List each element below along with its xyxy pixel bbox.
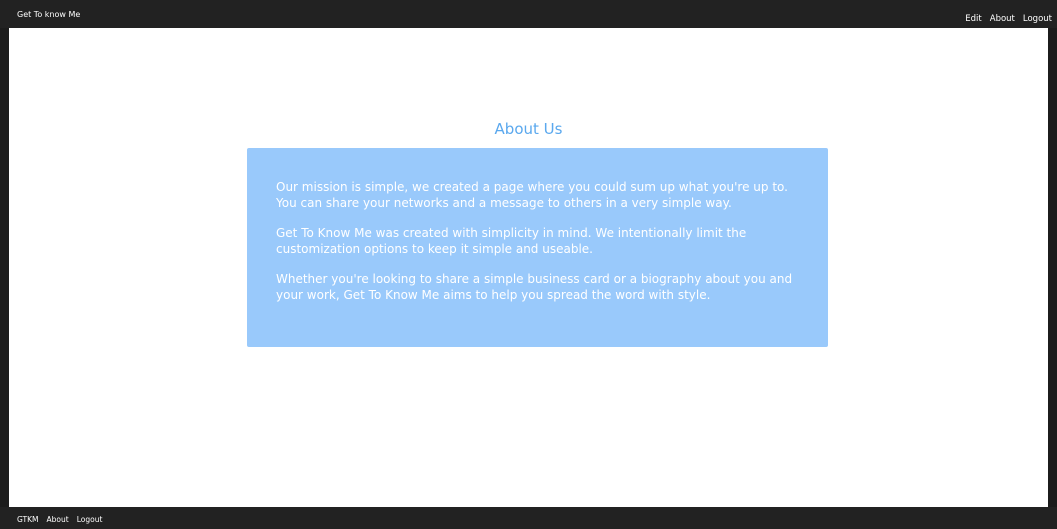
brand-link[interactable]: Get To know Me <box>17 10 80 19</box>
footer-gtkm-link[interactable]: GTKM <box>17 515 39 524</box>
footer-logout-link[interactable]: Logout <box>77 515 103 524</box>
about-paragraph-simplicity: Get To Know Me was created with simplici… <box>276 226 747 256</box>
nav-edit-link[interactable]: Edit <box>965 14 981 24</box>
nav-logout-link[interactable]: Logout <box>1023 14 1052 24</box>
about-paragraph-purpose: Whether you're looking to share a simple… <box>276 272 793 302</box>
top-navbar: Get To know Me Edit About Logout <box>0 0 1057 28</box>
page-title: About Us <box>494 120 563 138</box>
footer-about-link[interactable]: About <box>47 515 69 524</box>
about-card: Our mission is simple, we created a page… <box>247 148 828 347</box>
about-paragraph-mission: Our mission is simple, we created a page… <box>276 180 788 210</box>
nav-about-link[interactable]: About <box>990 14 1015 24</box>
footer-bar: GTKM About Logout <box>0 507 1057 529</box>
footer-nav: GTKM About Logout <box>17 515 102 524</box>
top-nav: Edit About Logout <box>965 14 1052 24</box>
main-content: About Us Our mission is simple, we creat… <box>9 28 1048 507</box>
